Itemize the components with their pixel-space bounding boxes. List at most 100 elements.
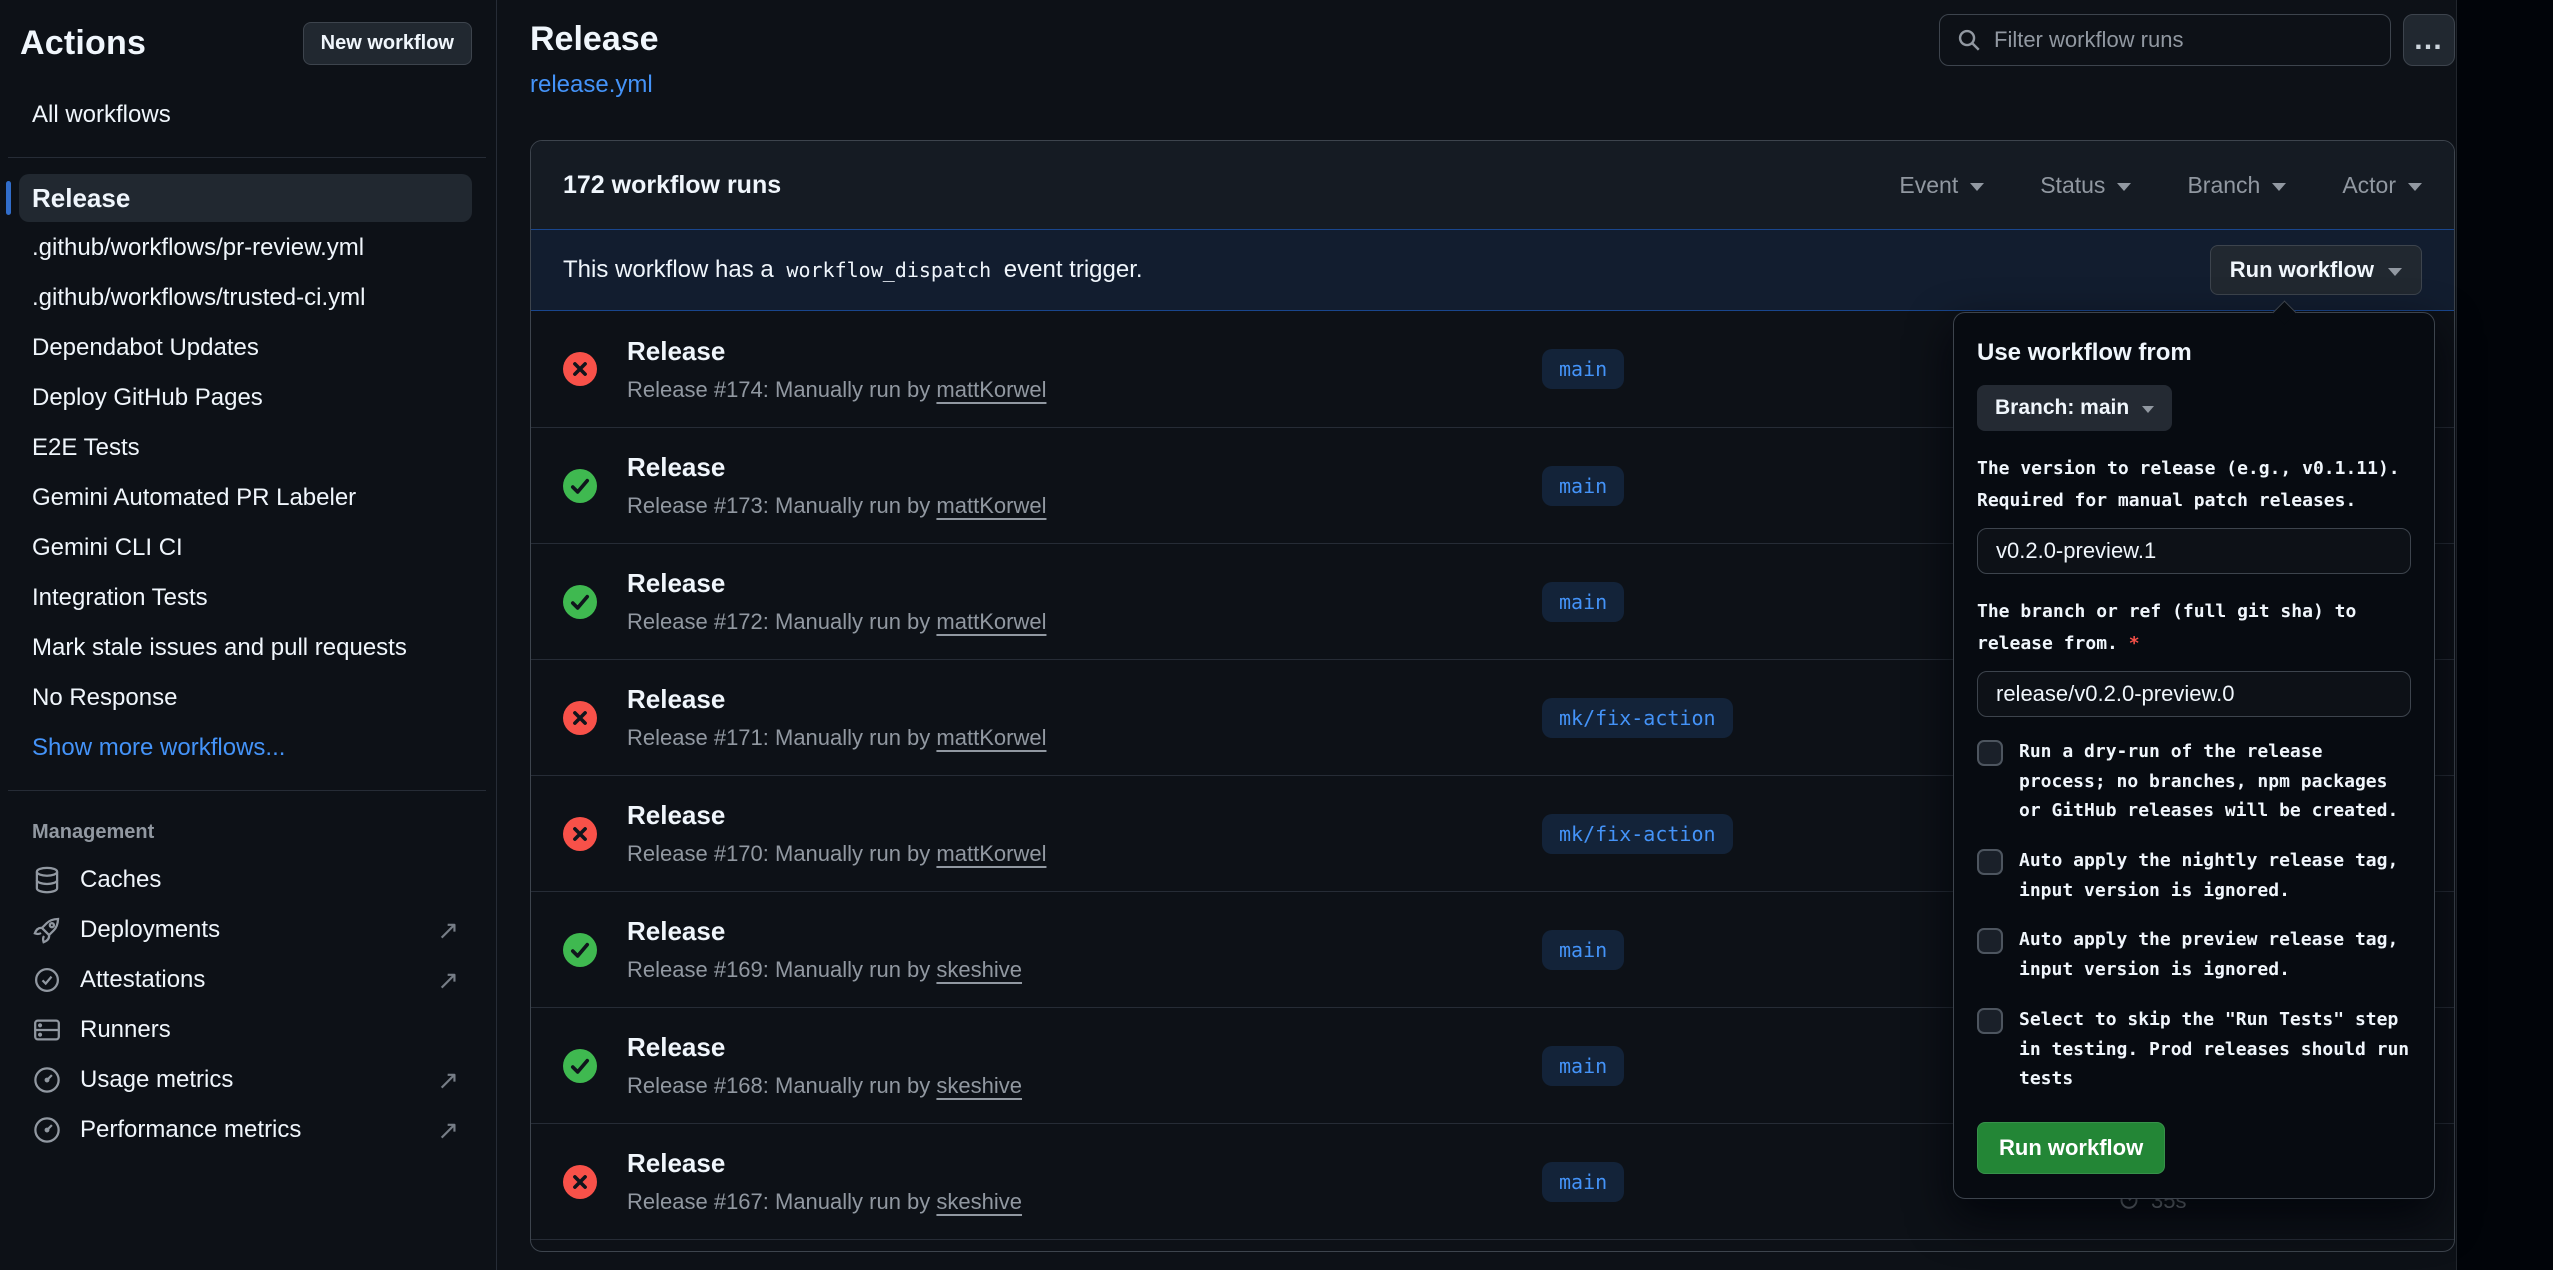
run-title-link[interactable]: Release xyxy=(627,452,1542,483)
branch-badge[interactable]: mk/fix-action xyxy=(1542,814,1733,854)
sidebar-item-label: Release xyxy=(32,183,130,214)
branch-badge[interactable]: main xyxy=(1542,466,1624,506)
actions-sidebar: Actions New workflow All workflows Relea… xyxy=(0,0,497,1270)
sidebar-item-attestations[interactable]: Attestations ↗ xyxy=(19,956,472,1004)
runs-list-header: 172 workflow runs Event Status Branch Actor xyxy=(531,141,2454,229)
run-actor-link[interactable]: mattKorwel xyxy=(936,609,1046,634)
workflow-input-field: The branch or ref (full git sha) to rele… xyxy=(1977,596,2411,717)
run-title-link[interactable]: Release xyxy=(627,800,1542,831)
run-workflow-submit-button[interactable]: Run workflow xyxy=(1977,1122,2165,1174)
branch-badge[interactable]: main xyxy=(1542,1046,1624,1086)
sidebar-item-runners[interactable]: Runners xyxy=(19,1006,472,1054)
check-circle-fill-icon xyxy=(563,933,597,967)
branch-badge[interactable]: main xyxy=(1542,582,1624,622)
sidebar-item-usage-metrics[interactable]: Usage metrics ↗ xyxy=(19,1056,472,1104)
workflow-text-input[interactable] xyxy=(1977,671,2411,717)
run-actor-link[interactable]: skeshive xyxy=(936,1073,1022,1098)
workflow-checkbox-field: Select to skip the "Run Tests" step in t… xyxy=(1977,1005,2411,1094)
right-gutter xyxy=(2456,0,2553,1270)
banner-text: This workflow has a workflow_dispatch ev… xyxy=(563,256,1143,284)
run-workflow-panel: Use workflow from Branch: main The versi… xyxy=(1953,312,2435,1199)
run-actor-link[interactable]: mattKorwel xyxy=(936,493,1046,518)
run-actor-link[interactable]: mattKorwel xyxy=(936,377,1046,402)
sidebar-divider xyxy=(8,790,486,791)
x-circle-fill-icon xyxy=(563,817,597,851)
run-actor-link[interactable]: mattKorwel xyxy=(936,841,1046,866)
next-row-stub xyxy=(531,1239,2454,1251)
sidebar-item-caches[interactable]: Caches xyxy=(19,856,472,904)
checkbox[interactable] xyxy=(1977,1008,2003,1034)
checkbox-label: Run a dry-run of the release process; no… xyxy=(2019,737,2411,826)
panel-fields: The version to release (e.g., v0.1.11). … xyxy=(1977,453,2411,1094)
chevron-down-icon xyxy=(2142,406,2154,413)
external-link-icon: ↗ xyxy=(437,965,459,996)
run-actor-link[interactable]: mattKorwel xyxy=(936,725,1046,750)
filter-workflow-runs-input[interactable] xyxy=(1994,27,2374,53)
sidebar-item-no-response[interactable]: No Response xyxy=(19,674,472,722)
sidebar-item-deploy-github-pages[interactable]: Deploy GitHub Pages xyxy=(19,374,472,422)
branch-badge[interactable]: main xyxy=(1542,349,1624,389)
chevron-down-icon xyxy=(2388,268,2402,276)
sidebar-item-label: Runners xyxy=(80,1016,171,1044)
filter-box xyxy=(1939,14,2391,66)
search-icon xyxy=(1956,27,1982,53)
sidebar-item-gemini-automated-pr-labeler[interactable]: Gemini Automated PR Labeler xyxy=(19,474,472,522)
rocket-icon xyxy=(32,915,62,945)
workflow-checkbox-field: Auto apply the preview release tag, inpu… xyxy=(1977,925,2411,984)
database-icon xyxy=(32,865,62,895)
new-workflow-button[interactable]: New workflow xyxy=(303,22,472,65)
run-description: Release #174: Manually run by mattKorwel xyxy=(627,377,1542,403)
sidebar-item--github-workflows-pr-review-yml[interactable]: .github/workflows/pr-review.yml xyxy=(19,224,472,272)
x-circle-fill-icon xyxy=(563,352,597,386)
run-actor-link[interactable]: skeshive xyxy=(936,957,1022,982)
filter-dropdown-status[interactable]: Status xyxy=(2040,172,2131,199)
sidebar-item--github-workflows-trusted-ci-yml[interactable]: .github/workflows/trusted-ci.yml xyxy=(19,274,472,322)
workflow-text-input[interactable] xyxy=(1977,528,2411,574)
sidebar-item-gemini-cli-ci[interactable]: Gemini CLI CI xyxy=(19,524,472,572)
sidebar-divider xyxy=(8,157,486,158)
run-description: Release #173: Manually run by mattKorwel xyxy=(627,493,1542,519)
branch-badge[interactable]: main xyxy=(1542,930,1624,970)
branch-badge[interactable]: mk/fix-action xyxy=(1542,698,1733,738)
workflow-file-link[interactable]: release.yml xyxy=(530,71,653,99)
run-actor-link[interactable]: skeshive xyxy=(936,1189,1022,1214)
filter-dropdown-actor[interactable]: Actor xyxy=(2342,172,2422,199)
external-link-icon: ↗ xyxy=(437,915,459,946)
branch-badge[interactable]: main xyxy=(1542,1162,1624,1202)
run-title-link[interactable]: Release xyxy=(627,1148,1542,1179)
workflow-options-kebab-button[interactable]: … xyxy=(2403,14,2455,66)
x-circle-fill-icon xyxy=(563,1165,597,1199)
external-link-icon: ↗ xyxy=(437,1115,459,1146)
run-title-link[interactable]: Release xyxy=(627,568,1542,599)
run-description: Release #170: Manually run by mattKorwel xyxy=(627,841,1542,867)
run-description: Release #169: Manually run by skeshive xyxy=(627,957,1542,983)
sidebar-item-integration-tests[interactable]: Integration Tests xyxy=(19,574,472,622)
sidebar-item-dependabot-updates[interactable]: Dependabot Updates xyxy=(19,324,472,372)
sidebar-item-deployments[interactable]: Deployments ↗ xyxy=(19,906,472,954)
chevron-down-icon xyxy=(1970,183,1984,191)
sidebar-title: Actions xyxy=(20,24,146,63)
run-title-link[interactable]: Release xyxy=(627,1032,1542,1063)
filter-dropdown-event[interactable]: Event xyxy=(1899,172,1984,199)
sidebar-item-performance-metrics[interactable]: Performance metrics ↗ xyxy=(19,1106,472,1154)
branch-select-button[interactable]: Branch: main xyxy=(1977,385,2172,431)
run-workflow-dropdown-button[interactable]: Run workflow xyxy=(2210,245,2422,295)
run-description: Release #168: Manually run by skeshive xyxy=(627,1073,1542,1099)
sidebar-item-label: Gemini CLI CI xyxy=(32,534,183,562)
sidebar-item-release[interactable]: Release xyxy=(19,174,472,222)
workflow-checkbox-field: Run a dry-run of the release process; no… xyxy=(1977,737,2411,826)
runs-count: 172 workflow runs xyxy=(563,171,781,200)
checkbox[interactable] xyxy=(1977,928,2003,954)
workflow-nav: All workflows Release .github/workflows/p… xyxy=(0,91,496,1154)
sidebar-item-mark-stale-issues-and-pull-requests[interactable]: Mark stale issues and pull requests xyxy=(19,624,472,672)
checkbox[interactable] xyxy=(1977,740,2003,766)
run-title-link[interactable]: Release xyxy=(627,684,1542,715)
sidebar-item-all-workflows[interactable]: All workflows xyxy=(19,91,472,139)
check-circle-fill-icon xyxy=(563,1049,597,1083)
sidebar-item-show-more[interactable]: Show more workflows... xyxy=(19,724,472,772)
run-title-link[interactable]: Release xyxy=(627,916,1542,947)
filter-dropdown-branch[interactable]: Branch xyxy=(2187,172,2286,199)
run-title-link[interactable]: Release xyxy=(627,336,1542,367)
sidebar-item-e2e-tests[interactable]: E2E Tests xyxy=(19,424,472,472)
checkbox[interactable] xyxy=(1977,849,2003,875)
